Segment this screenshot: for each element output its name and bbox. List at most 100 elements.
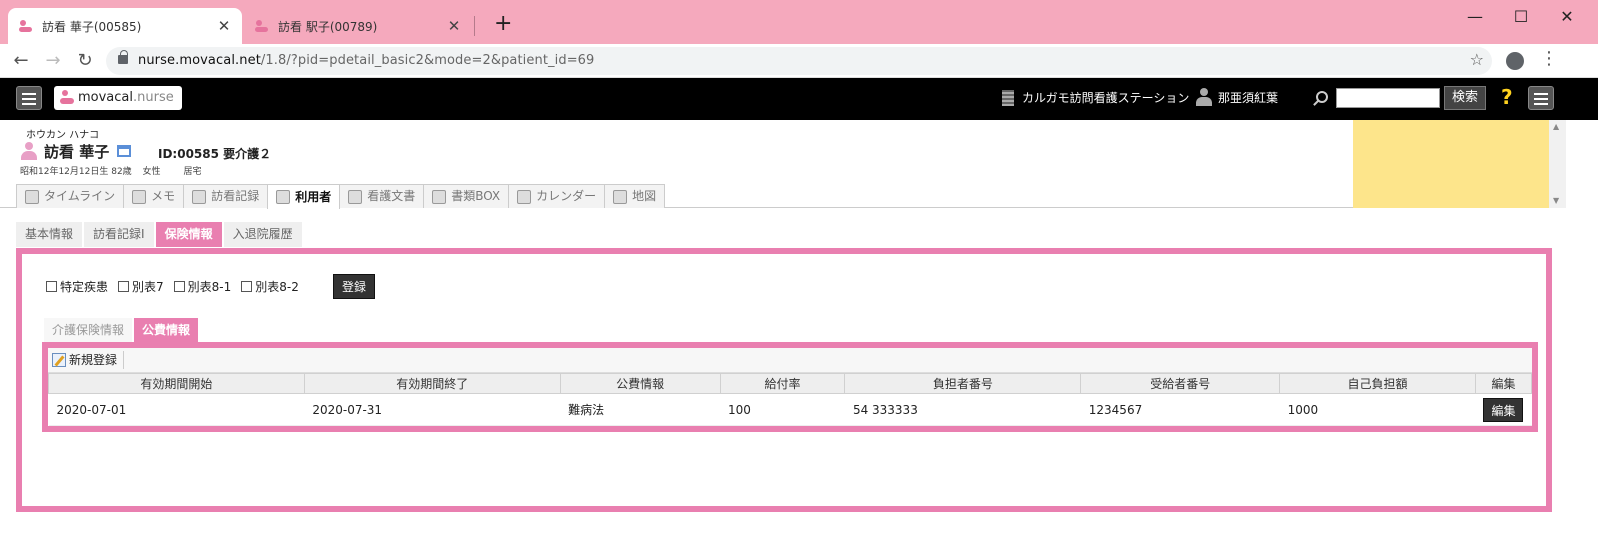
patient-residence: 居宅 [183, 167, 202, 177]
map-icon [613, 189, 628, 204]
tab-care-insurance[interactable]: 介護保険情報 [44, 318, 133, 342]
url-text: nurse.movacal.net/1.8/?pid=pdetail_basic… [138, 53, 595, 68]
help-icon[interactable]: ? [1501, 85, 1513, 109]
tab-user[interactable]: 利用者 [267, 184, 341, 209]
close-tab-icon[interactable]: ✕ [446, 17, 462, 35]
col-valid-start[interactable]: 有効期間開始 [48, 373, 305, 394]
tab-memo[interactable]: メモ [123, 184, 185, 208]
cell-edit: 編集 [1475, 393, 1532, 426]
profile-avatar-icon[interactable] [1506, 52, 1524, 70]
station-name: カルガモ訪問看護ステーション [1002, 89, 1189, 106]
patient-kana: ホウカン ハナコ [26, 130, 100, 141]
col-edit: 編集 [1474, 373, 1533, 394]
tab-separator [474, 16, 475, 36]
search-icon [1316, 91, 1328, 103]
app-header: movacal.nurse カルガモ訪問看護ステーション 那亜須紅葉 検索 ? [0, 78, 1598, 120]
new-entry-button[interactable]: 新規登録 [52, 351, 125, 369]
col-payer-number[interactable]: 負担者番号 [844, 373, 1082, 394]
menu-right-icon[interactable] [1528, 86, 1554, 110]
tab-admission-history[interactable]: 入退院履歴 [223, 222, 302, 247]
col-benefit-rate[interactable]: 給付率 [719, 373, 846, 394]
url-input[interactable]: nurse.movacal.net/1.8/?pid=pdetail_basic… [106, 47, 1492, 75]
memo-highlight-area [1353, 120, 1549, 208]
checkbox-specific-disease[interactable]: 特定疾患 [46, 278, 108, 295]
cell-benefit-rate: 100 [720, 393, 845, 426]
insurance-type-tabs: 介護保険情報 公費情報 [44, 318, 200, 342]
pencil-icon [132, 189, 147, 204]
movacal-logo[interactable]: movacal.nurse [54, 86, 182, 110]
timeline-icon [25, 189, 39, 204]
header-search-input[interactable] [1336, 88, 1440, 108]
public-expense-table: 有効期間開始 有効期間終了 公費情報 給付率 負担者番号 受給者番号 自己負担額… [48, 373, 1533, 426]
menu-hamburger-icon[interactable] [16, 86, 42, 110]
browser-tab-title: 訪看 駅子(00789) [278, 19, 378, 34]
checkbox-table-7[interactable]: 別表7 [118, 278, 164, 295]
insurance-checkboxes: 特定疾患 別表7 別表8-1 別表8-2 [46, 278, 309, 295]
pdf-icon [348, 189, 363, 204]
forward-arrow-icon[interactable]: → [40, 48, 66, 74]
minimize-button[interactable]: — [1452, 4, 1498, 30]
browser-tab-active[interactable]: 訪看 華子(00585) ✕ [8, 8, 242, 44]
col-valid-end[interactable]: 有効期間終了 [303, 373, 561, 394]
patient-female-icon [20, 142, 38, 160]
browser-tab[interactable]: 訪看 駅子(00789) ✕ [244, 8, 472, 44]
maximize-button[interactable]: ☐ [1498, 4, 1544, 30]
current-user[interactable]: 那亜須紅葉 [1196, 88, 1278, 106]
cell-payer-number: 54 333333 [844, 393, 1081, 426]
col-public-expense[interactable]: 公費情報 [559, 373, 721, 394]
header-scrollbar[interactable]: ▲ ▼ [1549, 120, 1566, 208]
table-toolbar: 新規登録 [48, 348, 1532, 373]
window-close-button[interactable]: ✕ [1544, 4, 1590, 30]
cell-valid-start: 2020-07-01 [48, 393, 305, 426]
bookmark-star-icon[interactable]: ☆ [1470, 50, 1484, 69]
tab-map[interactable]: 地図 [604, 184, 666, 208]
checkbox-table-8-1[interactable]: 別表8-1 [173, 278, 231, 295]
col-recipient-number[interactable]: 受給者番号 [1080, 373, 1281, 394]
id-card-icon [276, 190, 291, 204]
tab-document-box[interactable]: 書類BOX [423, 184, 510, 208]
open-window-icon[interactable] [117, 145, 131, 157]
record-icon [192, 189, 207, 204]
patient-header: ホウカン ハナコ 訪看 華子 ID:00585 要介護２ 昭和12年12月12日… [0, 120, 1566, 209]
tab-public-expense[interactable]: 公費情報 [134, 318, 199, 342]
cell-copay-amount: 1000 [1279, 393, 1476, 426]
cell-recipient-number: 1234567 [1080, 393, 1280, 426]
lock-icon [118, 50, 128, 64]
building-icon [1002, 89, 1014, 106]
search-button[interactable]: 検索 [1444, 86, 1486, 110]
new-tab-button[interactable]: + [494, 12, 512, 36]
patient-id-care-level: ID:00585 要介護２ [158, 147, 272, 161]
cell-valid-end: 2020-07-31 [304, 393, 561, 426]
box-icon [432, 189, 447, 204]
tab-nursing-docs[interactable]: 看護文書 [339, 184, 425, 208]
tab-visit-record[interactable]: 訪看記録 [183, 184, 269, 208]
patient-birth: 昭和12年12月12日生 82歳 [20, 167, 132, 177]
movacal-favicon-icon [254, 18, 270, 34]
edit-button[interactable]: 編集 [1483, 397, 1524, 422]
close-tab-icon[interactable]: ✕ [216, 17, 232, 35]
new-entry-icon [52, 353, 66, 367]
user-icon [1196, 88, 1212, 106]
table-header-row: 有効期間開始 有効期間終了 公費情報 給付率 負担者番号 受給者番号 自己負担額… [48, 373, 1533, 394]
checkbox-table-8-2[interactable]: 別表8-2 [241, 278, 299, 295]
browser-menu-icon[interactable]: ⋮ [1540, 48, 1558, 69]
calendar-icon [517, 189, 532, 204]
tab-timeline[interactable]: タイムライン [16, 184, 125, 208]
back-arrow-icon[interactable]: ← [8, 48, 34, 74]
register-button[interactable]: 登録 [333, 274, 375, 299]
tab-visit-record-1[interactable]: 訪看記録Ⅰ [84, 222, 154, 247]
table-row: 2020-07-01 2020-07-31 難病法 100 54 333333 … [48, 393, 1532, 426]
logo-mark-icon [60, 90, 76, 106]
public-expense-table-box: 新規登録 有効期間開始 有効期間終了 公費情報 給付率 負担者番号 受給者番号 … [42, 342, 1538, 432]
tab-insurance-info[interactable]: 保険情報 [155, 222, 222, 247]
tab-basic-info[interactable]: 基本情報 [16, 222, 83, 247]
cell-public-expense: 難病法 [560, 393, 721, 426]
col-copay-amount[interactable]: 自己負担額 [1279, 373, 1476, 394]
tab-calendar[interactable]: カレンダー [508, 184, 606, 208]
patient-info: 昭和12年12月12日生 82歳 女性 居宅 [20, 164, 209, 177]
browser-tab-strip: 訪看 華子(00585) ✕ 訪看 駅子(00789) ✕ + — ☐ ✕ [0, 0, 1598, 44]
reload-icon[interactable]: ↻ [72, 48, 98, 74]
movacal-favicon-icon [18, 18, 34, 34]
address-bar: ← → ↻ nurse.movacal.net/1.8/?pid=pdetail… [0, 44, 1598, 78]
patient-sex: 女性 [142, 167, 161, 177]
